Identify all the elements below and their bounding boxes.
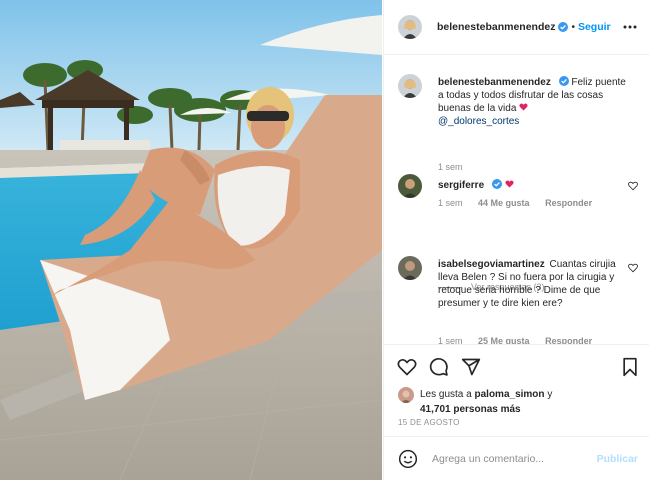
comment-likes[interactable]: 44 Me gusta <box>478 198 530 208</box>
avatar[interactable] <box>398 174 422 198</box>
reply-button[interactable]: Responder <box>545 198 592 208</box>
comment-meta: 1 sem 25 Me gusta Responder <box>438 336 605 344</box>
post-photo[interactable] <box>0 0 382 480</box>
header-username[interactable]: belenestebanmenendez <box>437 21 555 33</box>
comment-likes[interactable]: 25 Me gusta <box>478 336 530 344</box>
post-image <box>0 0 382 480</box>
red-heart-emoji-icon <box>519 103 528 111</box>
post-actions: Les gusta a paloma_simon y 41,701 person… <box>384 344 649 444</box>
publish-button[interactable]: Publicar <box>597 453 638 465</box>
reply-button[interactable]: Responder <box>545 336 592 344</box>
more-options-icon[interactable] <box>622 20 638 34</box>
caption-mention[interactable]: @_dolores_cortes <box>438 116 519 127</box>
likes-user[interactable]: paloma_simon <box>475 389 545 400</box>
likes-prefix: Les gusta a <box>420 389 472 400</box>
post-sidebar: belenestebanmenendez • Seguir belenesteb… <box>383 0 649 480</box>
post-date[interactable]: 15 DE AGOSTO <box>398 418 460 427</box>
emoji-icon[interactable] <box>398 449 418 469</box>
verified-badge-icon <box>558 22 569 32</box>
follow-button[interactable]: Seguir <box>578 21 611 33</box>
verified-badge-icon <box>491 179 502 189</box>
add-comment-bar: Publicar <box>384 436 649 480</box>
caption-time[interactable]: 1 sem <box>438 162 463 172</box>
avatar[interactable] <box>398 74 422 98</box>
comment-icon[interactable] <box>429 357 449 377</box>
bookmark-icon[interactable] <box>620 357 640 377</box>
avatar[interactable] <box>398 256 422 280</box>
post-header: belenestebanmenendez • Seguir <box>384 0 649 55</box>
comment-meta: 1 sem 44 Me gusta Responder <box>438 198 605 208</box>
avatar[interactable] <box>398 15 422 39</box>
comment-like-heart-icon[interactable] <box>628 263 638 273</box>
likes-summary: Les gusta a paloma_simon y 41,701 person… <box>398 387 552 417</box>
comment-time[interactable]: 1 sem <box>438 336 463 344</box>
likes-middle: y <box>547 389 553 400</box>
likes-count[interactable]: 41,701 personas más <box>420 404 521 415</box>
comment-like-heart-icon[interactable] <box>628 181 638 191</box>
caption-username[interactable]: belenestebanmenendez <box>438 77 551 88</box>
comment-input[interactable] <box>432 452 597 465</box>
caption-meta: 1 sem <box>438 162 476 172</box>
comment-time[interactable]: 1 sem <box>438 198 463 208</box>
comments-list[interactable]: belenestebanmenendez Feliz puente a toda… <box>384 56 649 344</box>
comment-username[interactable]: isabelsegoviamartinez <box>438 259 545 270</box>
heart-icon[interactable] <box>397 357 417 377</box>
verified-badge-icon <box>558 76 569 86</box>
share-icon[interactable] <box>461 357 481 377</box>
red-heart-emoji-icon <box>505 180 514 188</box>
comment-username[interactable]: sergiferre <box>438 180 484 191</box>
header-separator: • <box>571 21 575 33</box>
avatar[interactable] <box>398 387 414 403</box>
